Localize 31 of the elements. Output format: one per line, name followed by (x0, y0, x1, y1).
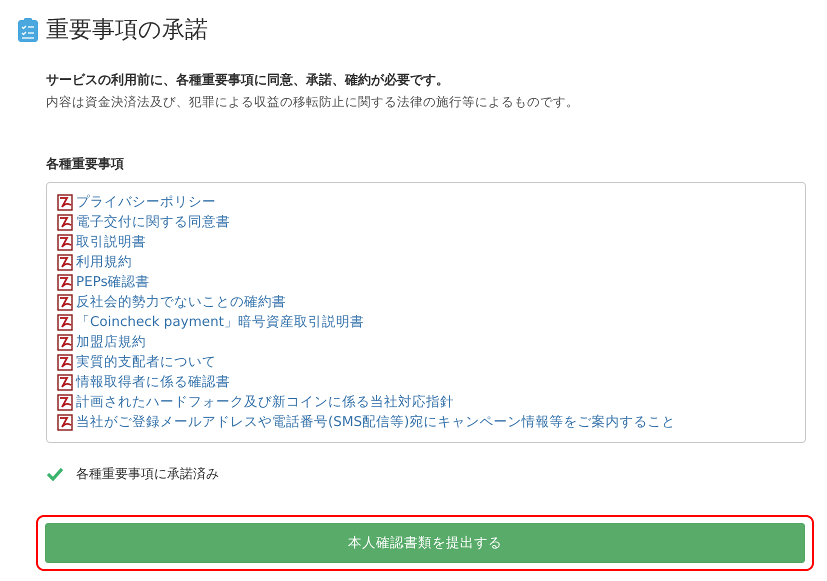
document-link[interactable]: 情報取得者に係る確認書 (76, 373, 230, 391)
document-link[interactable]: 電子交付に関する同意書 (76, 213, 230, 231)
pdf-icon (57, 214, 74, 230)
document-link[interactable]: プライバシーポリシー (76, 193, 216, 211)
clipboard-icon (18, 18, 38, 42)
pdf-icon (57, 294, 74, 310)
agreement-label: 各種重要事項に承諾済み (76, 466, 219, 483)
document-link[interactable]: 実質的支配者について (76, 353, 216, 371)
pdf-icon (57, 334, 74, 350)
submit-button[interactable]: 本人確認書類を提出する (45, 523, 805, 563)
document-link[interactable]: 加盟店規約 (76, 333, 146, 351)
pdf-icon (57, 314, 74, 330)
page-title: 重要事項の承諾 (46, 16, 208, 45)
pdf-icon (57, 354, 74, 370)
document-link[interactable]: 反社会的勢力でないことの確約書 (76, 293, 286, 311)
document-link[interactable]: 取引説明書 (76, 233, 146, 251)
pdf-icon (57, 254, 74, 270)
document-link[interactable]: 「Coincheck payment」暗号資産取引説明書 (76, 313, 364, 331)
document-link[interactable]: 当社がご登録メールアドレスや電話番号(SMS配信等)宛にキャンペーン情報等をご案内すること (76, 413, 676, 431)
pdf-icon (57, 234, 74, 250)
pdf-icon (57, 394, 74, 410)
pdf-icon (57, 274, 74, 290)
intro-lead: サービスの利用前に、各種重要事項に同意、承諾、確約が必要です。 (46, 72, 450, 90)
document-link[interactable]: 計画されたハードフォーク及び新コインに係る当社対応指針 (76, 393, 454, 411)
document-link[interactable]: PEPs確認書 (76, 273, 150, 291)
pdf-icon (57, 414, 74, 430)
intro-note: 内容は資金決済法及び、犯罪による収益の移転防止に関する法律の施行等によるものです。 (46, 93, 580, 111)
pdf-icon (57, 374, 74, 390)
documents-heading: 各種重要事項 (46, 156, 125, 174)
document-link[interactable]: 利用規約 (76, 253, 132, 271)
pdf-icon (57, 194, 74, 210)
